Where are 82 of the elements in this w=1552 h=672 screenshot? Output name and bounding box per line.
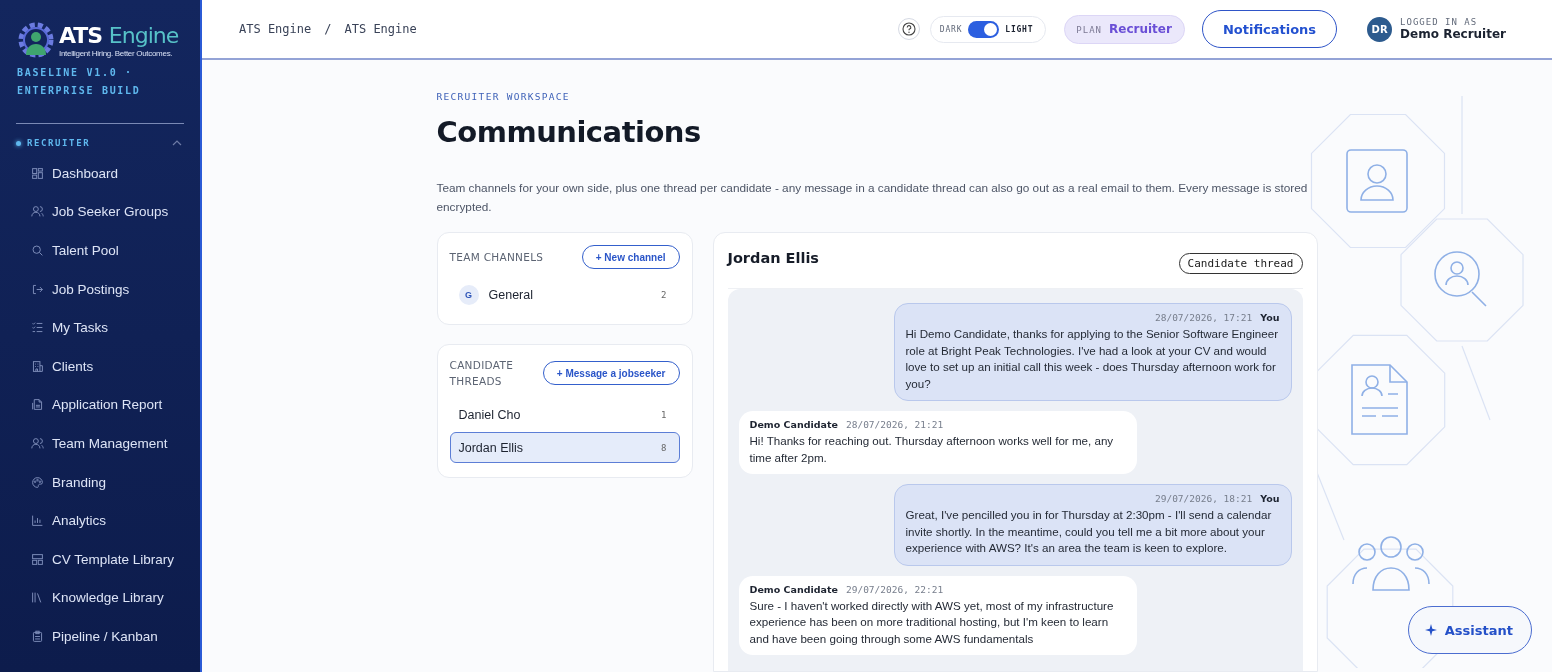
build-label: BASELINE V1.0 · ENTERPRISE BUILD bbox=[16, 66, 142, 98]
assistant-button[interactable]: Assistant bbox=[1407, 606, 1532, 654]
sidebar-item[interactable]: Knowledge Library bbox=[0, 578, 200, 618]
section-title: CANDIDATE THREADS bbox=[449, 358, 515, 389]
thread-item[interactable]: Daniel Cho 1 bbox=[449, 399, 680, 430]
sidebar-item[interactable]: Team Management bbox=[0, 424, 200, 463]
channel-avatar: G bbox=[458, 284, 479, 305]
page-description: Team channels for your own side, plus one thread per candidate - any message in a candidate thread can also go out as a real email to them. Every message is stored encrypted. bbox=[436, 180, 1309, 216]
light-label: LIGHT bbox=[1005, 24, 1034, 34]
arrow-into-bracket-icon bbox=[31, 282, 44, 296]
sidebar-item[interactable]: My Tasks bbox=[0, 308, 200, 347]
person-card-icon bbox=[1346, 149, 1408, 213]
thread-item[interactable]: G General 2 bbox=[449, 279, 680, 310]
breadcrumb-link[interactable]: ATS Engine bbox=[344, 22, 417, 36]
logged-in-caption: LOGGED IN AS bbox=[1400, 17, 1479, 27]
message-text: Hi Demo Candidate, thanks for applying to the Senior Software Engineer role at Bright Peak Technologies. I've had a look at your CV and would love to set up an initial call this week - does Thursday afternoon work for you? bbox=[905, 326, 1279, 392]
eyebrow-label: RECRUITER WORKSPACE bbox=[436, 91, 571, 102]
message-text: Hi! Thanks for reaching out. Thursday afternoon works well for me, any time after 2pm. bbox=[749, 433, 1115, 466]
sparkle-icon bbox=[1424, 624, 1437, 636]
resume-document-icon bbox=[1351, 364, 1408, 435]
status-dot-icon bbox=[16, 140, 21, 146]
clipboard-icon bbox=[31, 629, 44, 643]
message-sender: Demo Candidate bbox=[749, 419, 838, 430]
section-header[interactable]: RECRUITER bbox=[27, 138, 172, 148]
sidebar-item[interactable]: Clients bbox=[0, 346, 200, 386]
plan-label: PLAN bbox=[1076, 24, 1103, 35]
message-text: Great, I've pencilled you in for Thursday at 2:30pm - I'll send a calendar invite shortly. In the meantime, could you tell me a bit more about your experience with AWS? It's an area the team is keen to explore. bbox=[905, 507, 1273, 556]
thread-name: Daniel Cho bbox=[458, 407, 522, 422]
person-search-icon bbox=[1434, 251, 1487, 307]
chevron-icon[interactable] bbox=[172, 140, 182, 146]
logo-text: ATS Engine bbox=[59, 24, 179, 48]
people-icon bbox=[31, 205, 44, 219]
thread-item[interactable]: Jordan Ellis 8 bbox=[449, 432, 680, 463]
sidebar-item[interactable]: Talent Pool bbox=[0, 231, 200, 270]
message-count: 1 bbox=[661, 409, 667, 420]
checklist-icon bbox=[31, 321, 44, 335]
notifications-button[interactable]: Notifications bbox=[1201, 10, 1338, 48]
sidebar-item[interactable]: Application Report bbox=[0, 385, 200, 425]
message-text: Sure - I haven't worked directly with AWS yet, most of my infrastructure experience has been on more traditional hosting, but I'm keen to learn and have been going through some AWS fundamentals bbox=[749, 597, 1115, 647]
books-icon bbox=[31, 591, 44, 605]
thread-name: General bbox=[488, 287, 534, 302]
theme-toggle[interactable] bbox=[968, 20, 1000, 38]
sidebar-item[interactable]: Analytics bbox=[0, 501, 200, 540]
sidebar-item[interactable]: CV Template Library bbox=[0, 539, 200, 579]
sidebar-item[interactable]: Pipeline / Kanban bbox=[0, 617, 200, 656]
logo-tagline: Intelligent Hiring. Better Outcomes. bbox=[59, 49, 174, 58]
sidebar-item[interactable]: Job Postings bbox=[0, 269, 200, 309]
message-count: 2 bbox=[661, 289, 667, 300]
message-count: 8 bbox=[661, 442, 667, 453]
document-icon bbox=[31, 398, 44, 412]
page-title: Communications bbox=[436, 115, 702, 149]
search-icon bbox=[31, 244, 44, 257]
sidebar-item[interactable]: Dashboard bbox=[0, 154, 200, 193]
layout-icon bbox=[31, 552, 44, 566]
user-avatar: DR bbox=[1367, 16, 1393, 42]
people-group-icon bbox=[1352, 536, 1430, 591]
user-name: Demo Recruiter bbox=[1400, 27, 1506, 41]
message-time: 28/07/2026, 21:21 bbox=[845, 419, 944, 430]
people-icon bbox=[31, 436, 44, 450]
message-sender: You bbox=[1260, 312, 1280, 323]
palette-icon bbox=[31, 475, 44, 489]
section-title: TEAM CHANNELS bbox=[449, 250, 544, 265]
message-time: 28/07/2026, 17:21 bbox=[1154, 312, 1253, 323]
question-mark-icon bbox=[901, 22, 916, 36]
gear-person-logo-icon bbox=[17, 22, 55, 60]
message-time: 29/07/2026, 22:21 bbox=[845, 583, 944, 595]
dashboard-icon bbox=[31, 166, 44, 180]
breadcrumb-separator: / bbox=[324, 22, 332, 36]
message-sender: Demo Candidate bbox=[749, 583, 838, 595]
sidebar-item[interactable]: Job Seeker Groups bbox=[0, 192, 200, 232]
breadcrumb-link[interactable]: ATS Engine bbox=[239, 22, 312, 36]
plan-value: Recruiter bbox=[1109, 21, 1172, 36]
new-item-button[interactable]: + Message a jobseeker bbox=[542, 361, 680, 385]
message-sender: You bbox=[1260, 493, 1280, 504]
building-icon bbox=[31, 359, 44, 373]
dark-label: DARK bbox=[939, 24, 963, 34]
sidebar-item[interactable]: Branding bbox=[0, 462, 200, 502]
new-item-button[interactable]: + New channel bbox=[581, 245, 680, 269]
conversation-title: Jordan Ellis bbox=[727, 249, 819, 266]
thread-name: Jordan Ellis bbox=[458, 440, 525, 455]
bar-chart-icon bbox=[31, 514, 44, 528]
message-time: 29/07/2026, 18:21 bbox=[1154, 493, 1253, 504]
